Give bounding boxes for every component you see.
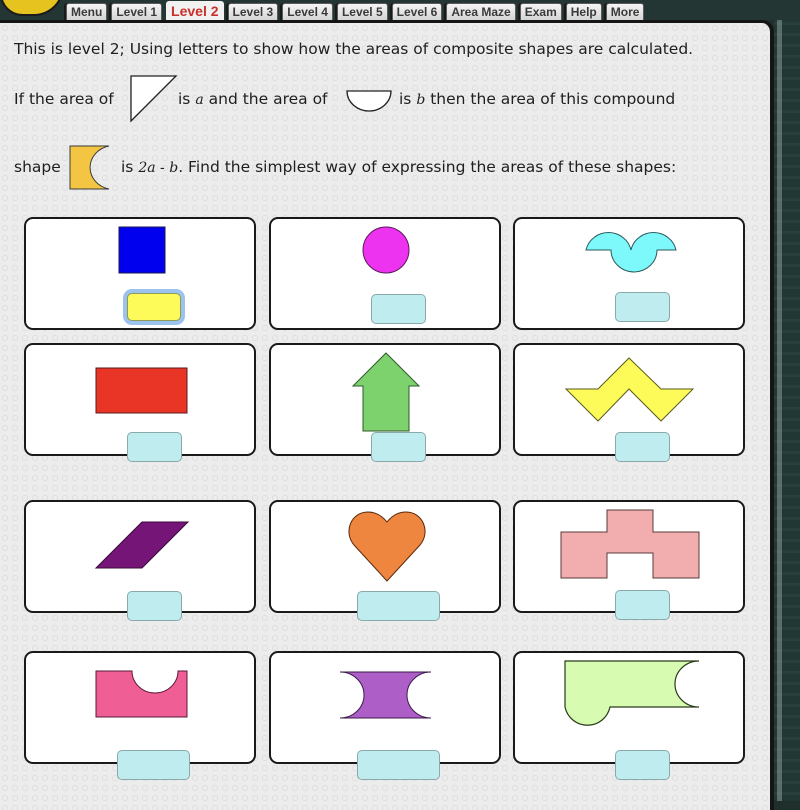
tab-level-1[interactable]: Level 1 bbox=[111, 3, 163, 20]
shape-card-square bbox=[24, 217, 256, 330]
intro-text: is bbox=[399, 90, 412, 108]
logo bbox=[0, 0, 64, 16]
shape-card-hourglass bbox=[269, 651, 501, 780]
intro-text: . Find the simplest way of expressing th… bbox=[178, 158, 677, 176]
tab-more[interactable]: More bbox=[605, 3, 645, 20]
intro-line-2: If the area of bbox=[14, 90, 114, 108]
answer-input-double-arch[interactable] bbox=[615, 292, 670, 322]
tab-level-4[interactable]: Level 4 bbox=[282, 3, 333, 20]
intro-line-2-mid: is a and the area of bbox=[178, 90, 328, 108]
shape-card-flag bbox=[513, 651, 745, 780]
tab-level-5[interactable]: Level 5 bbox=[336, 3, 388, 20]
answer-input-hourglass[interactable] bbox=[357, 750, 440, 780]
variable-b: b bbox=[416, 92, 426, 108]
shape-card-double-arch bbox=[513, 217, 745, 330]
intro-line-3-end: is 2a - b. Find the simplest way of expr… bbox=[121, 158, 676, 176]
answer-input-rectangle[interactable] bbox=[127, 432, 182, 462]
triangle-reference-icon bbox=[130, 75, 178, 123]
tab-exam[interactable]: Exam bbox=[519, 3, 562, 20]
tab-level-2[interactable]: Level 2 bbox=[166, 1, 224, 21]
answer-input-arrow[interactable] bbox=[371, 432, 426, 462]
compound-shape-reference-icon bbox=[69, 145, 110, 190]
intro-text: and the area of bbox=[208, 90, 328, 108]
shape-card-arrow bbox=[269, 343, 501, 462]
scrollbar-rail[interactable] bbox=[777, 0, 782, 801]
shape-card-parallelogram bbox=[24, 500, 256, 621]
shape-card-heart bbox=[269, 500, 501, 621]
tab-help[interactable]: Help bbox=[565, 3, 602, 20]
shape-card-zigzag bbox=[513, 343, 745, 462]
answer-input-parallelogram[interactable] bbox=[127, 591, 182, 621]
answer-input-zigzag[interactable] bbox=[615, 432, 670, 462]
shape-card-notched-rectangle bbox=[24, 651, 256, 780]
intro-text: then the area of this compound bbox=[430, 90, 676, 108]
intro-text: is bbox=[121, 158, 134, 176]
tab-level-3[interactable]: Level 3 bbox=[227, 3, 279, 20]
nav-tabs: Menu Level 1 Level 2 Level 3 Level 4 Lev… bbox=[66, 1, 645, 21]
answer-input-notched-rectangle[interactable] bbox=[117, 750, 190, 780]
shape-card-stepped-block bbox=[513, 500, 745, 620]
shape-card-rectangle bbox=[24, 343, 256, 462]
shape-card-circle bbox=[269, 217, 501, 330]
intro-text: is bbox=[178, 90, 191, 108]
intro-line-1: This is level 2; Using letters to show h… bbox=[14, 40, 694, 58]
answer-input-square[interactable] bbox=[127, 293, 181, 321]
variable-a: a bbox=[195, 92, 204, 108]
answer-input-circle[interactable] bbox=[371, 294, 426, 324]
tab-area-maze[interactable]: Area Maze bbox=[446, 3, 516, 20]
tab-level-6[interactable]: Level 6 bbox=[391, 3, 443, 20]
content-panel: This is level 2; Using letters to show h… bbox=[0, 20, 774, 810]
intro-line-3: shape bbox=[14, 158, 61, 176]
intro-text: If the area of bbox=[14, 90, 114, 108]
answer-input-stepped-block[interactable] bbox=[615, 590, 670, 620]
answer-input-heart[interactable] bbox=[357, 591, 440, 621]
expression: 2a - b bbox=[138, 160, 179, 176]
intro-line-2-end: is b then the area of this compound bbox=[399, 90, 675, 108]
tab-menu[interactable]: Menu bbox=[66, 3, 108, 20]
answer-input-flag[interactable] bbox=[615, 750, 670, 780]
semicircle-reference-icon bbox=[346, 90, 392, 112]
